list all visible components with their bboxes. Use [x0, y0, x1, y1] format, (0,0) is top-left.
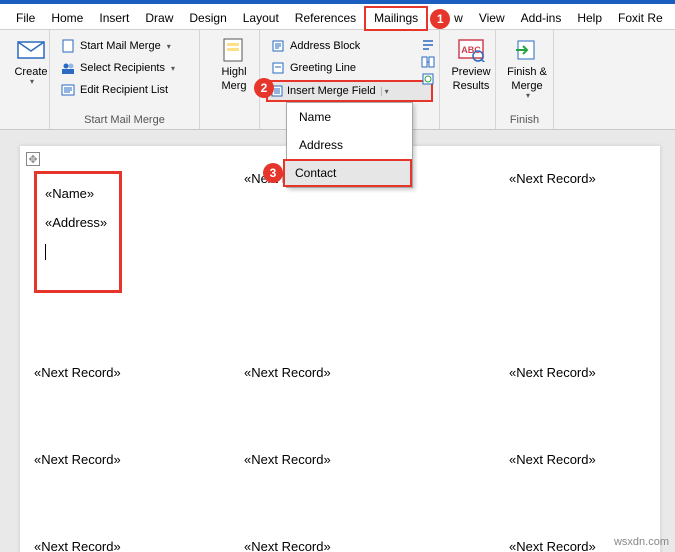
page[interactable]: ✥ «Name» «Address» «Next Record» «Next R… [20, 146, 660, 552]
ribbon-tabs: File Home Insert Draw Design Layout Refe… [0, 4, 675, 30]
match-fields-icon[interactable] [421, 55, 435, 69]
tab-foxit[interactable]: Foxit Re [610, 8, 671, 29]
preview-icon: ABC [456, 36, 486, 64]
insert-merge-field-button[interactable]: Insert Merge Field ▾ [266, 80, 433, 102]
chevron-down-icon[interactable]: ▾ [381, 87, 392, 96]
menu-item-name[interactable]: Name [287, 103, 412, 131]
table-anchor-icon[interactable]: ✥ [26, 152, 40, 166]
address-block-icon [270, 38, 286, 54]
label-cell[interactable]: «Next Record» [509, 452, 646, 467]
preview-results-button[interactable]: ABC Preview Results [446, 32, 496, 92]
greeting-label: Greeting Line [290, 62, 356, 74]
watermark: wsxdn.com [614, 536, 669, 548]
edit-recipient-label: Edit Recipient List [80, 84, 168, 96]
highlight-merge-fields-button[interactable]: Highl Merg [206, 32, 262, 92]
callout-2: 2 [254, 78, 274, 98]
tab-review-partial[interactable]: w [450, 8, 471, 29]
merge-field-address: «Address» [45, 209, 111, 238]
start-mail-merge-label: Start Mail Merge [80, 40, 161, 52]
tab-addins[interactable]: Add-ins [513, 8, 570, 29]
create-button[interactable]: Create ▾ [6, 32, 56, 87]
document-area: ✥ «Name» «Address» «Next Record» «Next R… [0, 130, 675, 552]
label-cell[interactable]: «Next Record» [244, 539, 509, 552]
tab-design[interactable]: Design [181, 8, 234, 29]
envelope-icon [16, 36, 46, 64]
label-cell[interactable]: «Next Record» [509, 365, 646, 380]
greeting-line-button[interactable]: Greeting Line [266, 58, 433, 78]
tab-view[interactable]: View [471, 8, 513, 29]
label-cell-1[interactable]: «Name» «Address» [34, 171, 122, 293]
menu-item-address[interactable]: Address [287, 131, 412, 159]
tab-draw[interactable]: Draw [137, 8, 181, 29]
insert-merge-field-menu: Name Address 3 Contact [286, 102, 413, 188]
label-cell[interactable]: «Next Record» [509, 171, 646, 293]
callout-3: 3 [263, 163, 283, 183]
edit-recipient-list-button[interactable]: Edit Recipient List [56, 80, 193, 100]
select-recipients-button[interactable]: Select Recipients▾ [56, 58, 193, 78]
tab-mailings[interactable]: Mailings [364, 6, 428, 31]
address-block-label: Address Block [290, 40, 360, 52]
label-cell[interactable]: «Next Record» [244, 365, 509, 380]
group-finish: Finish [502, 112, 547, 129]
tab-home[interactable]: Home [43, 8, 91, 29]
label-cell[interactable]: «Next Record» [244, 452, 509, 467]
page-icon [60, 38, 76, 54]
finish-merge-button[interactable]: Finish & Merge ▾ [502, 32, 552, 101]
start-mail-merge-button[interactable]: Start Mail Merge▾ [56, 36, 193, 56]
svg-text:ABC: ABC [461, 45, 481, 55]
menu-item-contact[interactable]: Contact [283, 159, 412, 187]
people-icon [60, 60, 76, 76]
group-start-mail-merge: Start Mail Merge [56, 112, 193, 129]
callout-1: 1 [430, 9, 450, 29]
tab-references[interactable]: References [287, 8, 364, 29]
text-cursor [45, 244, 46, 260]
label-cell[interactable]: «Next Record» [34, 539, 244, 552]
finish-icon [512, 36, 542, 64]
label-cell[interactable]: «Next Record» [34, 365, 244, 380]
rules-icon[interactable] [421, 38, 435, 52]
greeting-icon [270, 60, 286, 76]
tab-file[interactable]: File [8, 8, 43, 29]
chevron-down-icon: ▾ [30, 78, 34, 87]
tab-help[interactable]: Help [569, 8, 610, 29]
highlight-icon [219, 36, 249, 64]
address-block-button[interactable]: Address Block [266, 36, 433, 56]
label-cell[interactable]: «Next Record» [244, 171, 509, 293]
insert-merge-field-label: Insert Merge Field [287, 85, 376, 97]
select-recipients-label: Select Recipients [80, 62, 165, 74]
merge-field-name: «Name» [45, 180, 111, 209]
tab-insert[interactable]: Insert [91, 8, 137, 29]
tab-layout[interactable]: Layout [235, 8, 287, 29]
label-cell[interactable]: «Next Record» [34, 452, 244, 467]
list-edit-icon [60, 82, 76, 98]
update-labels-icon[interactable] [421, 72, 435, 86]
